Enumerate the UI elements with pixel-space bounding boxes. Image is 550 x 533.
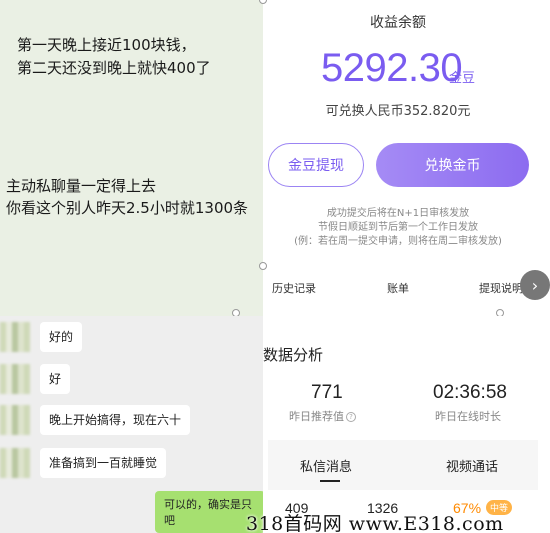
note-text: (例：若在周一提交申请，则将在周二审核发放) <box>294 236 502 247</box>
withdraw-notes: 成功提交后将在N+1日审核发放 节假日顺延到节后第一个工作日发放 (例：若在周一… <box>263 207 533 249</box>
earnings-links: 历史记录 账单 提现说明 <box>263 280 550 300</box>
withdraw-info-link[interactable]: 提现说明 <box>479 280 523 296</box>
help-icon[interactable]: ? <box>346 412 356 422</box>
avatar <box>0 405 30 435</box>
note-panel: 第一天晚上接近100块钱， 第二天还没到晚上就快400了 主动私聊量一定得上去 … <box>0 0 263 316</box>
tab-private-messages[interactable]: 私信消息 <box>300 456 352 475</box>
avatar <box>0 322 30 352</box>
balance-unit: 金豆 <box>449 71 476 86</box>
stat-recommend-label: 昨日推荐值? <box>289 408 356 424</box>
chat-bubble: 好 <box>40 364 71 394</box>
resize-handle[interactable] <box>259 262 267 270</box>
chat-message-row: 好 <box>0 364 263 394</box>
note-line-2: 第二天还没到晚上就快400了 <box>17 59 211 77</box>
history-link[interactable]: 历史记录 <box>272 280 316 296</box>
note-line-1: 第一天晚上接近100块钱， <box>17 36 196 54</box>
active-tab-indicator <box>320 480 340 482</box>
chat-message-row: 准备搞到一百就睡觉 <box>0 448 263 478</box>
chat-message-row: 好的 <box>0 322 263 352</box>
note-line-3: 主动私聊量一定得上去 <box>6 177 157 195</box>
chat-bubble: 准备搞到一百就睡觉 <box>40 448 167 478</box>
avatar <box>0 364 30 394</box>
note-text: 成功提交后将在N+1日审核发放 <box>326 208 470 219</box>
exchange-button[interactable]: 兑换金币 <box>376 143 529 187</box>
stat-online-value: 02:36:58 <box>433 382 507 403</box>
tab-video-calls[interactable]: 视频通话 <box>446 456 498 475</box>
chat-bubble: 晚上开始搞得，现在六十 <box>40 405 191 435</box>
chat-message-row: 晚上开始搞得，现在六十 <box>0 405 263 435</box>
earnings-panel: 收益余额 5292.30 金豆 可兑换人民币352.820元 金豆提现 兑换金币… <box>263 0 550 316</box>
bill-link[interactable]: 账单 <box>387 280 409 296</box>
tab-bar: 私信消息 视频通话 <box>268 440 538 490</box>
avatar <box>0 448 30 478</box>
stat-recommend-label-text: 昨日推荐值 <box>289 410 344 423</box>
stat-recommend-value: 771 <box>311 382 343 403</box>
data-panel: 数据分析 771 昨日推荐值? 02:36:58 昨日在线时长 私信消息 视频通… <box>263 316 550 533</box>
stat-online-label: 昨日在线时长 <box>435 410 501 423</box>
note-text: 节假日顺延到节后第一个工作日发放 <box>318 222 478 233</box>
withdraw-button[interactable]: 金豆提现 <box>268 143 364 187</box>
rmb-equivalent: 可兑换人民币352.820元 <box>325 104 471 119</box>
data-title: 数据分析 <box>263 346 324 364</box>
chevron-right-icon[interactable]: › <box>520 270 550 300</box>
site-watermark: 318首码网 www.E318.com <box>246 513 504 533</box>
earnings-title: 收益余额 <box>370 15 426 31</box>
note-line-4: 你看这个别人昨天2.5小时就1300条 <box>6 199 249 217</box>
chat-bubble: 好的 <box>40 322 83 352</box>
balance-amount: 5292.30 <box>321 46 463 90</box>
